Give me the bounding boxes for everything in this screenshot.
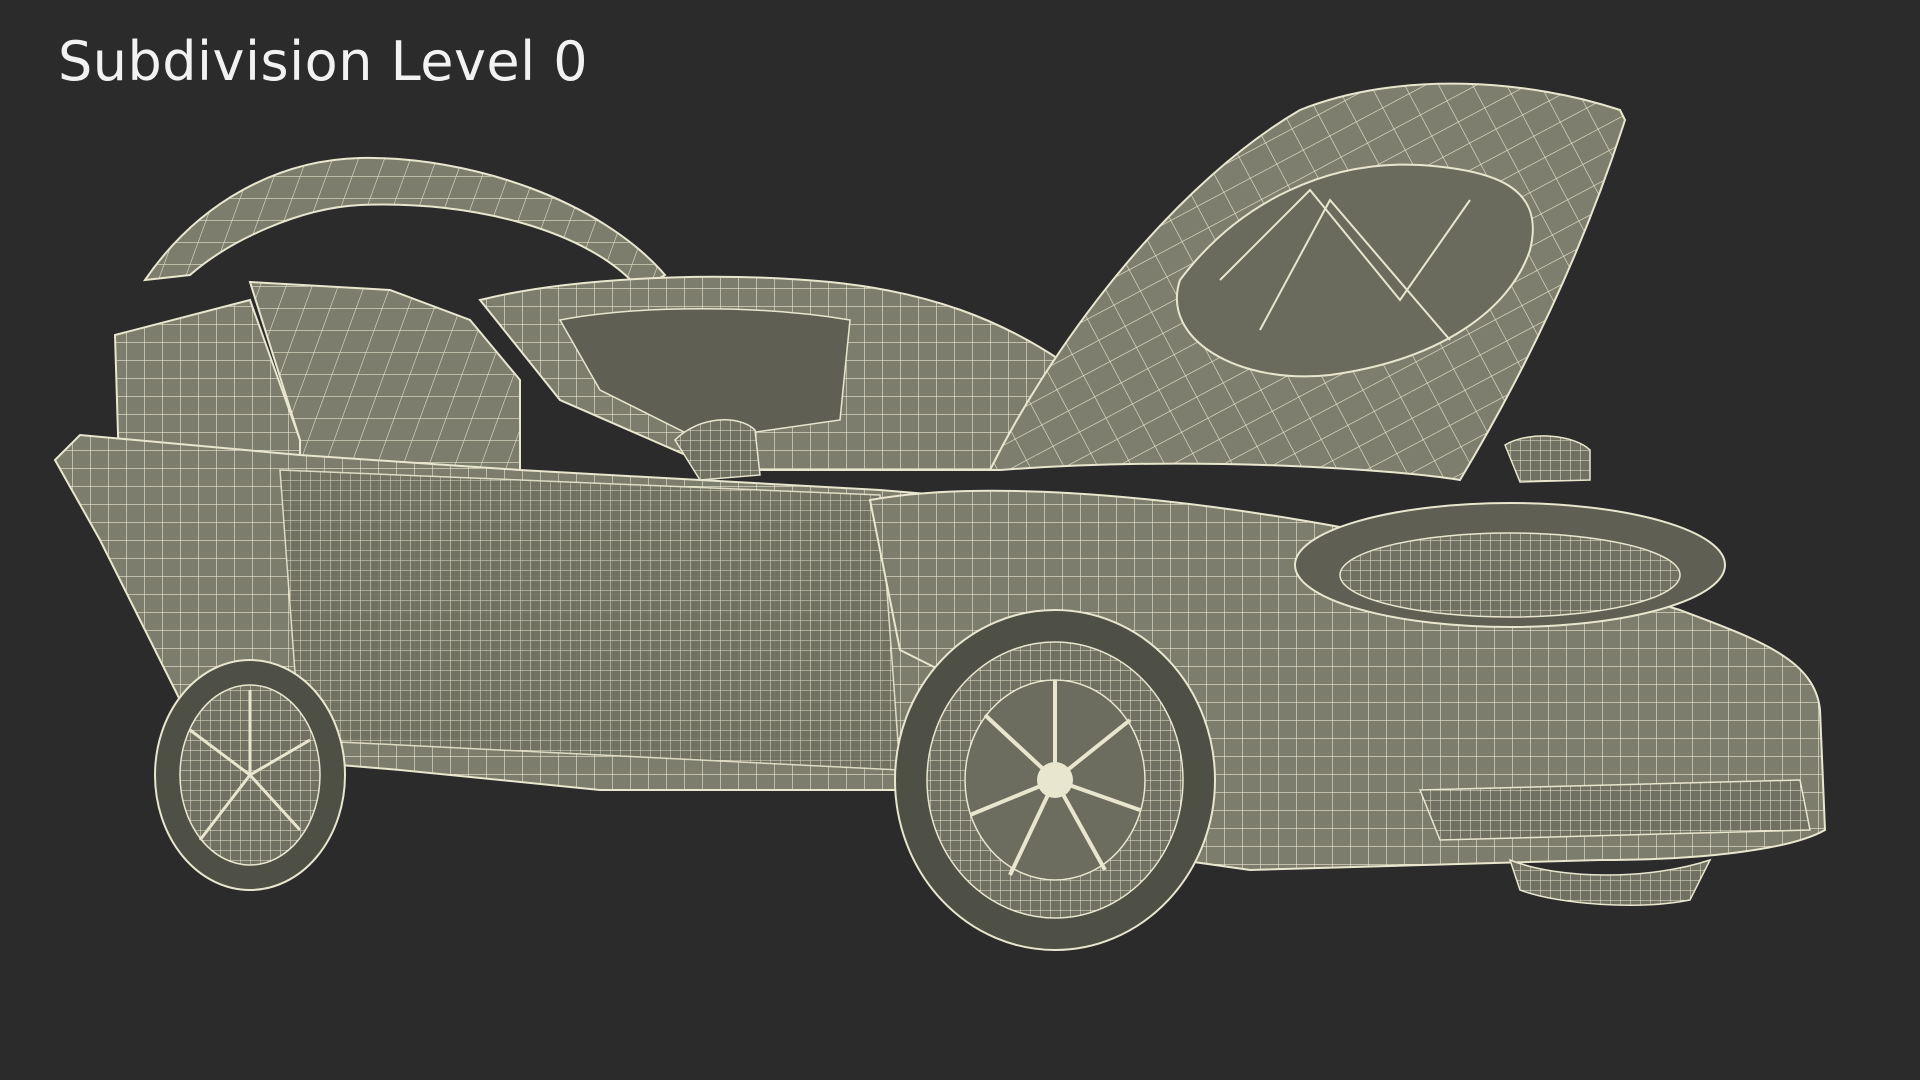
car-roof — [478, 275, 1062, 471]
rear-trunk-lid — [142, 156, 667, 292]
right-side-mirror — [1504, 435, 1591, 483]
open-hood — [988, 82, 1627, 482]
front-wheel — [894, 609, 1216, 951]
frunk-compartment — [1294, 502, 1726, 628]
far-front-wheel — [1508, 858, 1712, 906]
rear-wheel — [154, 659, 346, 891]
car-wireframe-render — [53, 82, 1827, 951]
render-viewport: Subdivision Level 0 — [0, 0, 1920, 1080]
